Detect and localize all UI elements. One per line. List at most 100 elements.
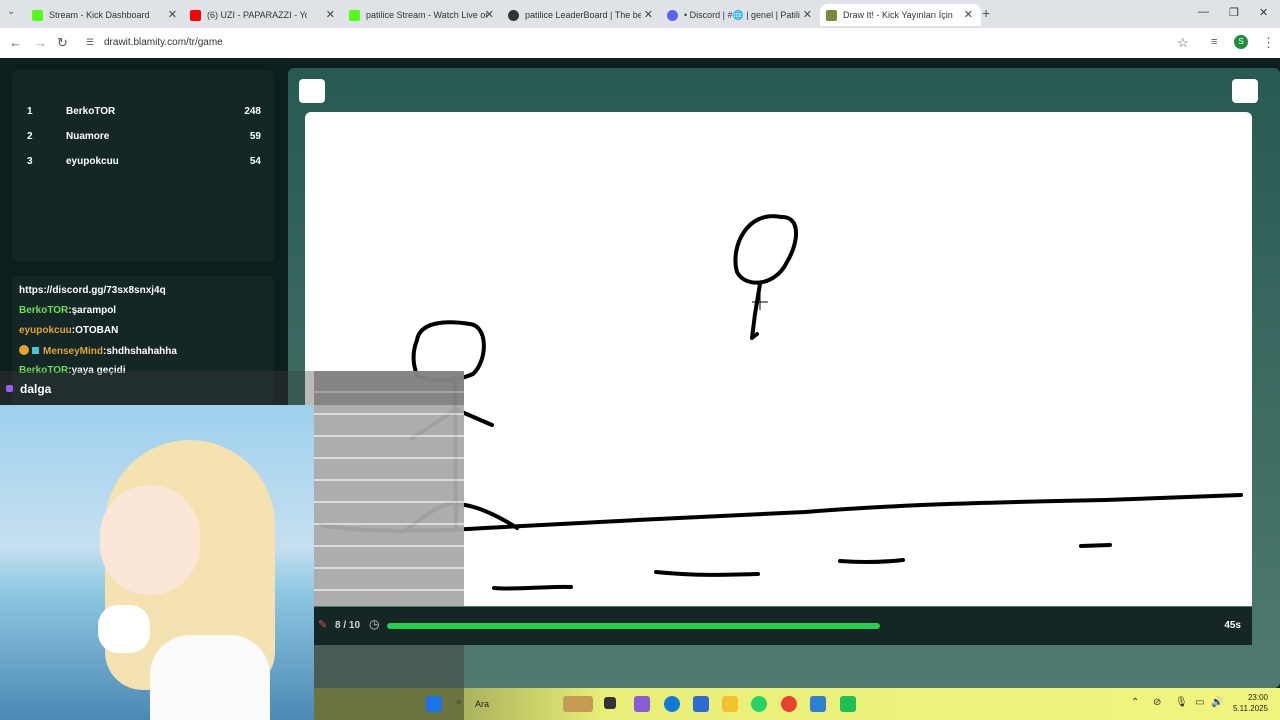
chat-text: shdhshahahha [106, 346, 177, 357]
leaderboard-row: 1 BerkoTOR 248 [27, 106, 261, 122]
player-score: 59 [249, 131, 261, 142]
close-icon[interactable]: ✕ [644, 8, 653, 21]
stream-overlay-illustration [0, 405, 314, 720]
reload-icon[interactable]: ↻ [57, 35, 68, 51]
chat-message: https://discord.gg/73sx8snxj4q [19, 285, 166, 296]
app-icon[interactable] [840, 696, 856, 712]
chat-text: şarampol [71, 305, 117, 316]
network-icon[interactable]: ⊘ [1153, 697, 1161, 708]
chat-message: eyupokcuu:OTOBAN [19, 325, 119, 336]
site-info-icon[interactable]: ☰ [86, 37, 94, 48]
leaderboard-row: 2 Nuamore 59 [27, 131, 261, 147]
youtube-icon [190, 9, 201, 21]
chat-badge-icon [6, 385, 13, 392]
leaderboard-row: 3 eyupokcuu 54 [27, 156, 261, 172]
store-icon[interactable] [634, 696, 650, 712]
tab-label: (6) UZI - PAPARAZZI - YouTube [207, 10, 307, 20]
kick-icon [349, 9, 360, 21]
url-field[interactable]: drawit.blamity.com/tr/game [104, 37, 223, 48]
tab-patilice-stream[interactable]: patilice Stream - Watch Live on ✕ [349, 4, 494, 26]
close-icon[interactable]: ✕ [168, 8, 177, 21]
outlook-icon[interactable] [693, 696, 709, 712]
rank: 1 [27, 106, 33, 117]
tab-label: patilice LeaderBoard | The best [525, 10, 641, 20]
search-icon[interactable]: ⌕ [456, 696, 462, 709]
player-score: 54 [249, 156, 261, 167]
restore-button[interactable]: ❐ [1229, 6, 1239, 19]
windows-start-icon[interactable] [426, 696, 442, 712]
taskbar-search-label[interactable]: Ara [475, 699, 489, 709]
new-tab-button[interactable]: + [982, 5, 990, 21]
rank: 2 [27, 131, 33, 142]
whatsapp-icon[interactable] [751, 696, 767, 712]
game-menu-button[interactable] [299, 79, 325, 103]
address-bar: ← → ↻ ☰ drawit.blamity.com/tr/game ☆ ≡ S… [0, 28, 1280, 59]
rank: 3 [27, 156, 33, 167]
overlay-cat [98, 605, 150, 653]
tab-label: patilice Stream - Watch Live on [366, 10, 488, 20]
tab-label: • Discord | #🌐 | genel | Patiliç [684, 9, 800, 20]
profile-avatar[interactable]: S [1234, 35, 1248, 49]
taskbar-clock[interactable]: 23:00 5.11.2025 [1233, 692, 1268, 714]
chat-username: eyupokcuu [19, 325, 72, 336]
round-counter: 8 / 10 [335, 620, 361, 631]
chat-username: BerkoTOR [19, 305, 69, 316]
draw-it-icon [826, 9, 837, 21]
edge-icon[interactable] [664, 696, 680, 712]
bookmark-star-icon[interactable]: ☆ [1177, 35, 1189, 51]
menu-kebab-icon[interactable]: ⋮ [1262, 35, 1275, 51]
player-name: eyupokcuu [66, 156, 119, 167]
close-icon[interactable]: ✕ [326, 8, 335, 21]
leaderboard-panel: 1 BerkoTOR 248 2 Nuamore 59 3 eyupokcuu … [12, 70, 274, 262]
reading-list-icon[interactable]: ≡ [1211, 36, 1217, 48]
chat-text: OTOBAN [75, 325, 119, 336]
overlay-face [100, 485, 200, 595]
badge-icon [19, 345, 29, 355]
close-icon[interactable]: ✕ [803, 8, 812, 21]
tab-discord[interactable]: • Discord | #🌐 | genel | Patiliç ✕ [667, 4, 812, 26]
player-score: 248 [244, 106, 261, 117]
photos-icon[interactable] [810, 696, 826, 712]
chat-message: BerkoTOR:şarampol [19, 305, 117, 316]
clock-date: 5.11.2025 [1233, 704, 1268, 713]
player-name: Nuamore [66, 131, 110, 142]
time-progress-fill [387, 623, 880, 629]
browser-tab-bar: ⌄ Stream - Kick Dashboard ✕ (6) UZI - PA… [0, 0, 1280, 28]
chat-overlay-band: dalga [0, 371, 464, 405]
discord-icon [667, 9, 678, 21]
volume-icon[interactable]: 🔊 [1211, 697, 1223, 708]
chat-message: dalga [20, 382, 52, 396]
tab-youtube[interactable]: (6) UZI - PAPARAZZI - YouTube ✕ [190, 4, 335, 26]
chat-message: MenseyMind:shdhshahahha [19, 345, 177, 357]
gem-icon [32, 347, 39, 354]
tab-kick-dashboard[interactable]: Stream - Kick Dashboard ✕ [32, 4, 177, 26]
timer-icon: ◷ [369, 617, 380, 631]
minimize-button[interactable]: — [1198, 6, 1209, 18]
player-name: BerkoTOR [66, 106, 116, 117]
pencil-icon: ✎ [318, 619, 328, 631]
clock-time: 23:00 [1247, 693, 1268, 702]
kick-icon [32, 9, 43, 21]
chrome-icon[interactable] [781, 696, 797, 712]
chevron-up-icon[interactable]: ⌃ [1131, 697, 1139, 708]
close-icon[interactable]: ✕ [964, 8, 973, 21]
time-remaining: 45s [1224, 620, 1241, 631]
tab-label: Draw It! - Kick Yayınları İçin Çizi [843, 10, 955, 20]
tab-draw-it[interactable]: Draw It! - Kick Yayınları İçin Çizi ✕ [820, 4, 981, 26]
forward-icon[interactable]: → [34, 35, 47, 50]
tab-patilice-leaderboard[interactable]: patilice LeaderBoard | The best ✕ [508, 4, 653, 26]
back-icon[interactable]: ← [9, 35, 22, 50]
close-icon[interactable]: ✕ [485, 8, 494, 21]
tab-list-chevron-icon[interactable]: ⌄ [7, 6, 15, 17]
game-settings-button[interactable] [1232, 79, 1258, 103]
file-explorer-icon[interactable] [722, 696, 738, 712]
microphone-icon[interactable]: 🎙 [1175, 697, 1188, 708]
overlay-gray-strip [314, 371, 464, 606]
github-icon [508, 9, 519, 21]
display-icon[interactable]: ▭ [1195, 697, 1204, 708]
task-view-icon[interactable] [604, 697, 616, 709]
round-progress-bar: ✎ 8 / 10 ◷ 45s [314, 607, 1252, 645]
chat-text: https://discord.gg/73sx8snxj4q [19, 285, 166, 296]
close-window-button[interactable]: ✕ [1259, 6, 1268, 19]
widgets-icon[interactable] [563, 696, 593, 712]
